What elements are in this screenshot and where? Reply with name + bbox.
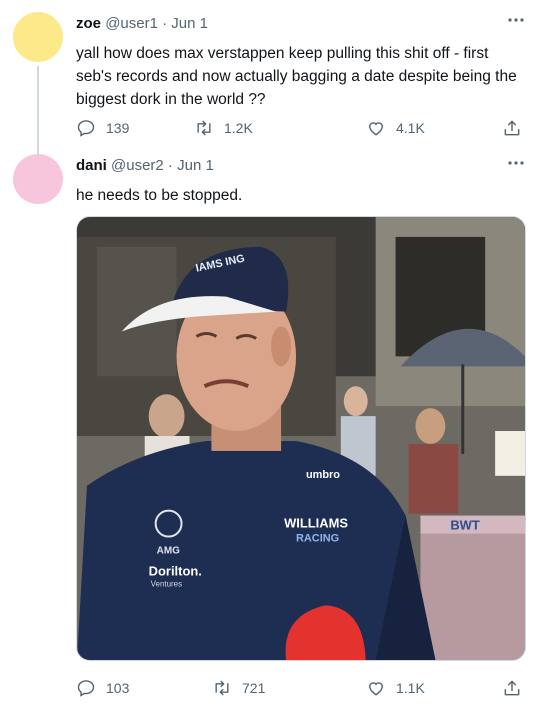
share-icon: [504, 680, 520, 696]
like-icon: [369, 682, 383, 696]
retweet-button[interactable]: 721: [212, 676, 265, 700]
tweet-1: zoe @user1 · Jun 1 yall how does max ver…: [0, 0, 540, 158]
handle[interactable]: @user1: [105, 15, 158, 32]
more-icon[interactable]: [506, 10, 526, 30]
action-bar: 103 721 1.1K: [76, 676, 526, 700]
reply-icon: [77, 680, 95, 697]
like-count: 4.1K: [396, 120, 425, 136]
thread-line: [37, 66, 39, 158]
share-button[interactable]: [502, 116, 532, 140]
reply-icon: [77, 120, 95, 137]
tweet-date[interactable]: Jun 1: [171, 15, 208, 32]
action-bar: 139 1.2K 4.1K: [76, 116, 526, 140]
like-count: 1.1K: [396, 680, 425, 696]
tweet-date[interactable]: Jun 1: [177, 157, 214, 174]
banner-text: BWT: [450, 518, 480, 533]
separator: ·: [157, 15, 172, 32]
shirt-team-line2: RACING: [296, 533, 339, 545]
retweet-icon: [197, 120, 211, 136]
share-button[interactable]: [502, 676, 532, 700]
avatar[interactable]: [13, 154, 63, 204]
display-name[interactable]: dani: [76, 157, 107, 174]
shirt-brand-text: umbro: [306, 469, 340, 481]
reply-button[interactable]: 139: [76, 116, 129, 140]
handle[interactable]: @user2: [111, 157, 164, 174]
tweet-photo[interactable]: BWT IAMS ING umbro WILLIAMS RACING AMG D…: [76, 216, 526, 661]
shirt-sponsor-text: AMG: [157, 545, 180, 556]
separator: ·: [163, 157, 178, 174]
tweet-text: he needs to be stopped.: [76, 187, 243, 204]
like-icon: [369, 122, 383, 136]
tweet-header: zoe @user1 · Jun 1: [76, 14, 208, 34]
shirt-sponsor2-sub: Ventures: [151, 579, 182, 588]
tweet-text: yall how does max verstappen keep pullin…: [76, 45, 517, 108]
display-name[interactable]: zoe: [76, 15, 101, 32]
like-button[interactable]: 4.1K: [366, 116, 425, 140]
reply-count: 103: [106, 680, 130, 696]
like-button[interactable]: 1.1K: [366, 676, 425, 700]
more-icon[interactable]: [506, 153, 526, 173]
shirt-sponsor2-text: Dorilton.: [149, 563, 202, 578]
retweet-icon: [215, 680, 229, 696]
reply-count: 139: [106, 120, 130, 136]
tweet-header: dani @user2 · Jun 1: [76, 156, 214, 176]
retweet-button[interactable]: 1.2K: [194, 116, 253, 140]
share-icon: [504, 120, 520, 136]
photo-illustration: BWT IAMS ING umbro WILLIAMS RACING AMG D…: [77, 217, 525, 660]
retweet-count: 721: [242, 680, 266, 696]
reply-button[interactable]: 103: [76, 676, 129, 700]
shirt-team-line1: WILLIAMS: [284, 516, 348, 531]
avatar[interactable]: [13, 12, 63, 62]
retweet-count: 1.2K: [224, 120, 253, 136]
